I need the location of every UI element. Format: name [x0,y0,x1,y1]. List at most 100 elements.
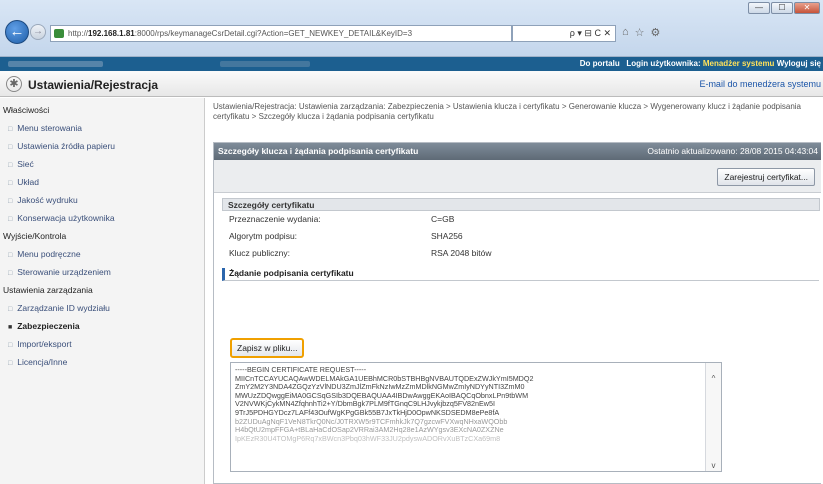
sidebar-item-label: Import/eksport [17,339,72,349]
sidebar-item-layout[interactable]: □ Układ [0,173,204,191]
detail-row: Przeznaczenie wydania: C=GB [222,211,820,228]
bullet-icon: □ [8,270,13,277]
bullet-icon: □ [8,180,13,187]
csr-line: V2NVWKjCykMN4ZfqhnhTi2+Y/DbmBgk7PLM9fTGn… [235,400,495,409]
sidebar-item-label: Zarządzanie ID wydziału [17,303,110,313]
logout-link[interactable]: Wyloguj się [777,59,821,68]
forward-button[interactable]: → [30,24,46,40]
last-updated: Ostatnio aktualizowano: 28/08 2015 04:43… [647,146,818,156]
sidebar-item-label: Sterowanie urządzeniem [17,267,111,277]
bullet-icon: □ [8,342,13,349]
detail-key: Klucz publiczny: [229,248,290,258]
sidebar-item-label: Jakość wydruku [17,195,78,205]
detail-value: RSA 2048 bitów [431,248,492,258]
address-actions-glyphs: ρ ▾ ⊟ C ✕ [569,28,611,38]
csr-line: MWUzZDQwggEiMA0GCSqGSIb3DQEBAQUAA4IBDwAw… [235,391,529,400]
sidebar-item-label: Konserwacja użytkownika [17,213,115,223]
page-title: Ustawienia/Rejestracja [28,78,159,92]
csr-line: -----BEGIN CERTIFICATE REQUEST----- [235,366,367,374]
sidebar-item-print-quality[interactable]: □ Jakość wydruku [0,191,204,209]
sidebar-item-label: Układ [17,177,39,187]
close-window-button[interactable]: ✕ [794,2,820,14]
sidebar-item-paper-source[interactable]: □ Ustawienia źródła papieru [0,137,204,155]
sidebar-item-quick-menu[interactable]: □ Menu podręczne [0,245,204,263]
section-title: Szczegóły certyfikatu [222,198,820,211]
sidebar-item-user-maintenance[interactable]: □ Konserwacja użytkownika [0,209,204,227]
address-path: :8000/rps/keymanageCsrDetail.cgi?Action=… [134,29,413,38]
gear-icon[interactable]: ⚙ [651,26,661,39]
sidebar-section-management: Ustawienia zarządzania [3,285,93,295]
csr-line: 9TrJ5PDHGYDcz7LAFf43OufWgKPgGBk55B7JxTkH… [235,408,500,417]
blurred-device-name [8,61,103,67]
back-button[interactable]: ← [5,20,29,44]
address-host: 192.168.1.81 [88,29,135,38]
detail-row: Klucz publiczny: RSA 2048 bitów [222,245,820,262]
blurred-device-info [220,61,310,67]
sidebar-section-output: Wyjście/Kontrola [3,231,67,241]
sidebar-item-network[interactable]: □ Sieć [0,155,204,173]
csr-line: H4bQtU2mpFFGA+tBLaHaCdOSap2VRRai3AM2Hq28… [235,426,504,435]
sidebar-item-control-menu[interactable]: □ Menu sterowania [0,119,204,137]
sidebar-section-properties: Właściwości [3,105,50,115]
bullet-icon: □ [8,360,13,367]
browser-toolbar-icons: ⌂ ☆ ⚙ [622,26,660,39]
sidebar-item-department-id[interactable]: □ Zarządzanie ID wydziału [0,299,204,317]
csr-scrollbar[interactable]: ^ v [705,363,721,471]
sidebar-item-device-control[interactable]: □ Sterowanie urządzeniem [0,263,204,281]
csr-line: MIICnTCCAYUCAQAwWDELMAkGA1UEBhMCR0bSTBHB… [235,374,534,383]
panel-header: Szczegóły klucza i żądania podpisania ce… [214,143,821,160]
sidebar-item-license-other[interactable]: □ Licencja/Inne [0,353,204,371]
csr-line: b2ZUDuAgNqF1VeN8TkrQ0Nc/J0TRXW5r9TCFmhkJ… [235,417,508,426]
minimize-button[interactable]: — [748,2,770,14]
login-user-label: Login użytkownika: [626,59,701,68]
maximize-button[interactable]: ☐ [771,2,793,14]
detail-key: Algorytm podpisu: [229,231,298,241]
bullet-icon: □ [8,198,13,205]
portal-bar: Do portalu Login użytkownika: Menadżer s… [0,57,823,71]
sidebar-item-import-export[interactable]: □ Import/eksport [0,335,204,353]
address-bar[interactable]: http://192.168.1.81:8000/rps/keymanageCs… [50,25,512,42]
star-icon[interactable]: ☆ [635,26,645,39]
panel-title: Szczegóły klucza i żądania podpisania ce… [218,146,419,156]
bullet-icon: □ [8,126,13,133]
sidebar-item-label: Ustawienia źródła papieru [17,141,116,151]
bullet-icon: □ [8,252,13,259]
scroll-down-icon[interactable]: v [706,461,721,471]
bullet-icon: □ [8,144,13,151]
save-to-file-button[interactable]: Zapisz w pliku... [230,338,305,358]
detail-value: SHA256 [431,231,463,241]
address-prefix: http:// [68,29,89,38]
panel-toolbar: Zarejestruj certyfikat... [214,160,821,193]
portal-link[interactable]: Do portalu [580,59,620,68]
bullet-icon: ■ [8,324,13,331]
sidebar-item-label: Menu sterowania [17,123,82,133]
detail-key: Przeznaczenie wydania: [229,214,321,224]
detail-value: C=GB [431,214,455,224]
certificate-details: Szczegóły certyfikatu Przeznaczenie wyda… [222,198,820,262]
mail-admin-link[interactable]: E-mail do menedżera systemu [699,79,821,89]
window-controls: — ☐ ✕ [748,2,820,14]
user-name: Menadżer systemu [702,59,775,68]
main-content: Ustawienia/Rejestracja: Ustawienia zarzą… [213,98,823,484]
sidebar-item-label: Menu podręczne [17,249,81,259]
sidebar: Właściwości □ Menu sterowania □ Ustawienia… [0,98,205,484]
sidebar-item-label: Licencja/Inne [17,357,68,367]
csr-line: IpKEzR30U4TOMgP6Rq7xBWcn3Pbq03hWF33JU2pd… [235,434,501,443]
browser-chrome: — ☐ ✕ ← → http://192.168.1.81:8000/rps/k… [0,0,823,57]
csr-section-title: Żądanie podpisania certyfikatu [222,268,819,281]
scroll-up-icon[interactable]: ^ [706,374,721,384]
page-header: ✱ Ustawienia/Rejestracja E-mail do mened… [0,71,823,97]
sidebar-item-label: Zabezpieczenia [17,321,80,331]
detail-row: Algorytm podpisu: SHA256 [222,228,820,245]
address-actions[interactable]: ρ ▾ ⊟ C ✕ [512,25,616,42]
site-favicon-icon [54,29,64,38]
settings-logo-icon: ✱ [6,76,22,92]
sidebar-item-label: Sieć [17,159,34,169]
home-icon[interactable]: ⌂ [622,26,629,39]
csr-line: ZmY2M2Y3NDA4ZGQzYzVlNDU3ZmJlZmFkNzIwMzZm… [235,383,525,392]
bullet-icon: □ [8,162,13,169]
breadcrumb: Ustawienia/Rejestracja: Ustawienia zarzą… [213,102,802,121]
register-certificate-button[interactable]: Zarejestruj certyfikat... [717,168,815,186]
csr-textarea[interactable]: -----BEGIN CERTIFICATE REQUEST----- MIIC… [230,362,722,472]
sidebar-item-security[interactable]: ■ Zabezpieczenia [0,317,204,335]
